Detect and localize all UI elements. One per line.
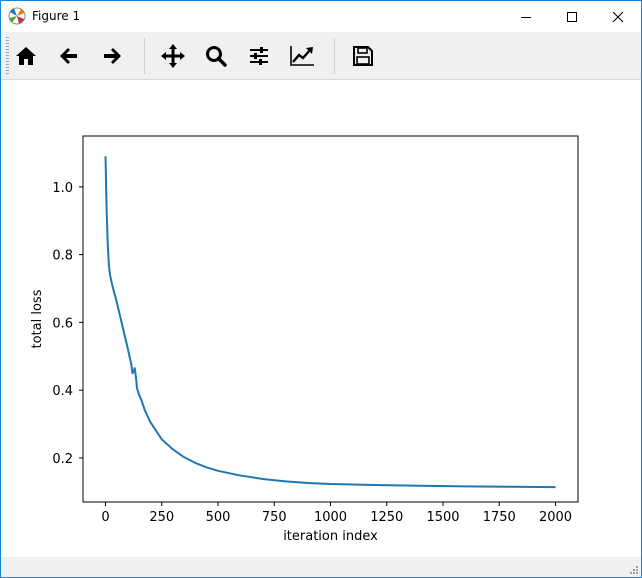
edit-axes-button[interactable] xyxy=(286,40,318,72)
x-tick-label: 750 xyxy=(262,510,287,525)
home-icon xyxy=(16,47,36,65)
minimize-button[interactable] xyxy=(503,1,549,32)
x-tick-label: 1500 xyxy=(426,510,459,525)
x-tick-label: 1750 xyxy=(483,510,516,525)
y-tick-label: 0.6 xyxy=(52,316,73,331)
window-title: Figure 1 xyxy=(32,9,81,23)
x-tick-label: 250 xyxy=(149,510,174,525)
back-button[interactable] xyxy=(53,40,85,72)
axes-frame xyxy=(82,135,579,503)
move-icon xyxy=(161,44,185,68)
y-tick-label: 0.4 xyxy=(52,384,73,399)
close-button[interactable] xyxy=(595,1,641,32)
close-icon xyxy=(612,11,624,22)
configure-subplots-button[interactable] xyxy=(243,40,275,72)
figure-window: Figure 1 0 250 500 750 1000 1250 1500 17… xyxy=(0,0,642,578)
x-tick-label: 500 xyxy=(206,510,231,525)
x-axis-label: iteration index xyxy=(283,529,378,544)
pan-button[interactable] xyxy=(157,40,189,72)
arrow-right-icon xyxy=(104,48,121,64)
maximize-button[interactable] xyxy=(549,1,595,32)
x-tick-label: 1000 xyxy=(314,510,347,525)
y-tick-label: 0.2 xyxy=(52,452,73,467)
navigation-toolbar xyxy=(1,32,641,80)
y-axis-label: total loss xyxy=(30,289,45,348)
title-bar[interactable]: Figure 1 xyxy=(1,1,641,32)
home-button[interactable] xyxy=(10,40,42,72)
matplotlib-app-icon xyxy=(8,7,26,25)
status-bar xyxy=(1,557,641,577)
figure-canvas[interactable]: 0 250 500 750 1000 1250 1500 1750 2000 0.2 0.4 0.6 0… xyxy=(1,80,641,557)
zoom-button[interactable] xyxy=(200,40,232,72)
minimize-icon xyxy=(521,16,531,18)
save-button[interactable] xyxy=(347,40,379,72)
x-tick-label: 0 xyxy=(101,510,109,525)
forward-button[interactable] xyxy=(96,40,128,72)
toolbar-grip[interactable] xyxy=(6,37,9,74)
sliders-icon xyxy=(250,47,268,65)
toolbar-separator xyxy=(334,38,335,74)
maximize-icon xyxy=(567,11,577,22)
x-tick-label: 2000 xyxy=(539,510,572,525)
magnifier-icon xyxy=(206,46,227,67)
loss-plot: 0 250 500 750 1000 1250 1500 1750 2000 0.2 0.4 0.6 0… xyxy=(30,135,579,544)
line-chart-icon xyxy=(290,46,314,66)
toolbar-separator xyxy=(144,38,145,74)
resize-grip-icon[interactable] xyxy=(629,565,639,575)
y-tick-label: 0.8 xyxy=(52,249,73,264)
loss-curve xyxy=(104,156,556,489)
arrow-left-icon xyxy=(60,48,77,64)
y-tick-label: 1.0 xyxy=(52,181,73,196)
floppy-disk-icon xyxy=(353,46,373,66)
x-tick-label: 1250 xyxy=(370,510,403,525)
